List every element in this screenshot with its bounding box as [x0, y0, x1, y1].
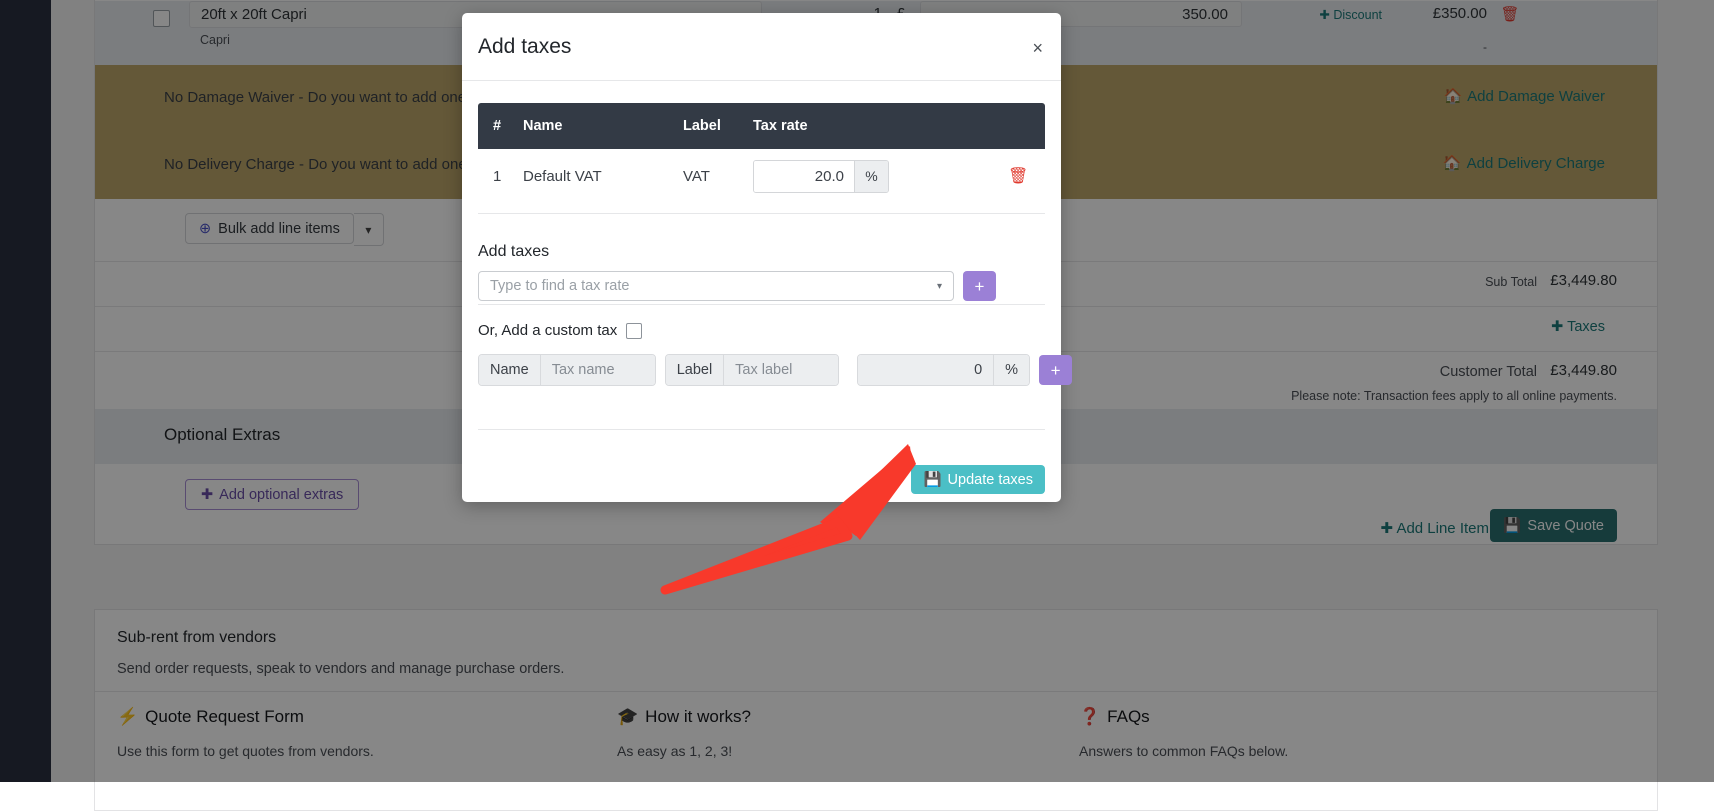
row-tax-rate-group: 20.0 % [753, 159, 903, 193]
custom-tax-label-addon: Label [665, 355, 725, 385]
tax-rate-input-group[interactable]: 20.0 % [753, 159, 889, 193]
column-header-number: # [493, 118, 502, 134]
custom-tax-label-group[interactable]: Label Tax label [664, 354, 840, 386]
column-header-name: Name [523, 118, 563, 134]
modal-title: Add taxes [478, 35, 572, 58]
close-icon[interactable]: × [1032, 39, 1043, 57]
tax-rates-table: # Name Label Tax rate 1 Default VAT VAT … [478, 103, 1045, 203]
divider [478, 304, 1045, 305]
custom-tax-toggle-row[interactable]: Or, Add a custom tax [478, 322, 643, 339]
percent-addon: % [993, 355, 1030, 385]
row-number: 1 [493, 167, 502, 185]
custom-tax-rate-input[interactable]: 0 [858, 355, 994, 385]
custom-tax-label: Or, Add a custom tax [478, 322, 618, 339]
custom-tax-inputs-row: Name Tax name Label Tax label 0 % + [478, 354, 1073, 386]
add-taxes-modal: Add taxes × # Name Label Tax rate 1 Defa… [462, 13, 1073, 502]
column-header-label: Label [683, 118, 721, 134]
save-disk-icon: 💾 [923, 472, 942, 488]
divider [478, 213, 1045, 214]
percent-addon: % [854, 160, 888, 192]
add-tax-select-row: Type to find a tax rate ▾ + [478, 271, 1045, 301]
tax-rate-select[interactable]: Type to find a tax rate ▾ [478, 271, 954, 301]
custom-tax-rate-group[interactable]: 0 % [857, 354, 1031, 386]
custom-tax-name-group[interactable]: Name Tax name [478, 354, 656, 386]
tax-rate-input[interactable]: 20.0 [754, 160, 854, 192]
modal-header: Add taxes × [462, 13, 1061, 81]
update-taxes-button[interactable]: 💾 Update taxes [911, 465, 1045, 494]
add-tax-rate-button[interactable]: + [963, 271, 996, 301]
column-header-tax-rate: Tax rate [753, 118, 808, 134]
custom-tax-name-input[interactable]: Tax name [540, 355, 655, 385]
add-custom-tax-button[interactable]: + [1039, 355, 1073, 385]
row-tax-label: VAT [683, 167, 710, 185]
tax-table-header-row: # Name Label Tax rate [478, 103, 1045, 149]
table-row: 1 Default VAT VAT 20.0 % 🗑 [478, 149, 1045, 203]
custom-tax-checkbox[interactable] [626, 322, 643, 339]
tax-rate-select-placeholder: Type to find a tax rate [490, 278, 630, 294]
divider [478, 429, 1045, 430]
chevron-down-icon: ▾ [936, 280, 942, 292]
delete-tax-icon[interactable]: 🗑 [1008, 166, 1028, 186]
custom-tax-name-addon: Name [479, 355, 541, 385]
add-taxes-section-title: Add taxes [478, 243, 550, 260]
custom-tax-label-input[interactable]: Tax label [724, 355, 839, 385]
update-taxes-label: Update taxes [947, 471, 1033, 488]
row-tax-name: Default VAT [523, 167, 602, 185]
